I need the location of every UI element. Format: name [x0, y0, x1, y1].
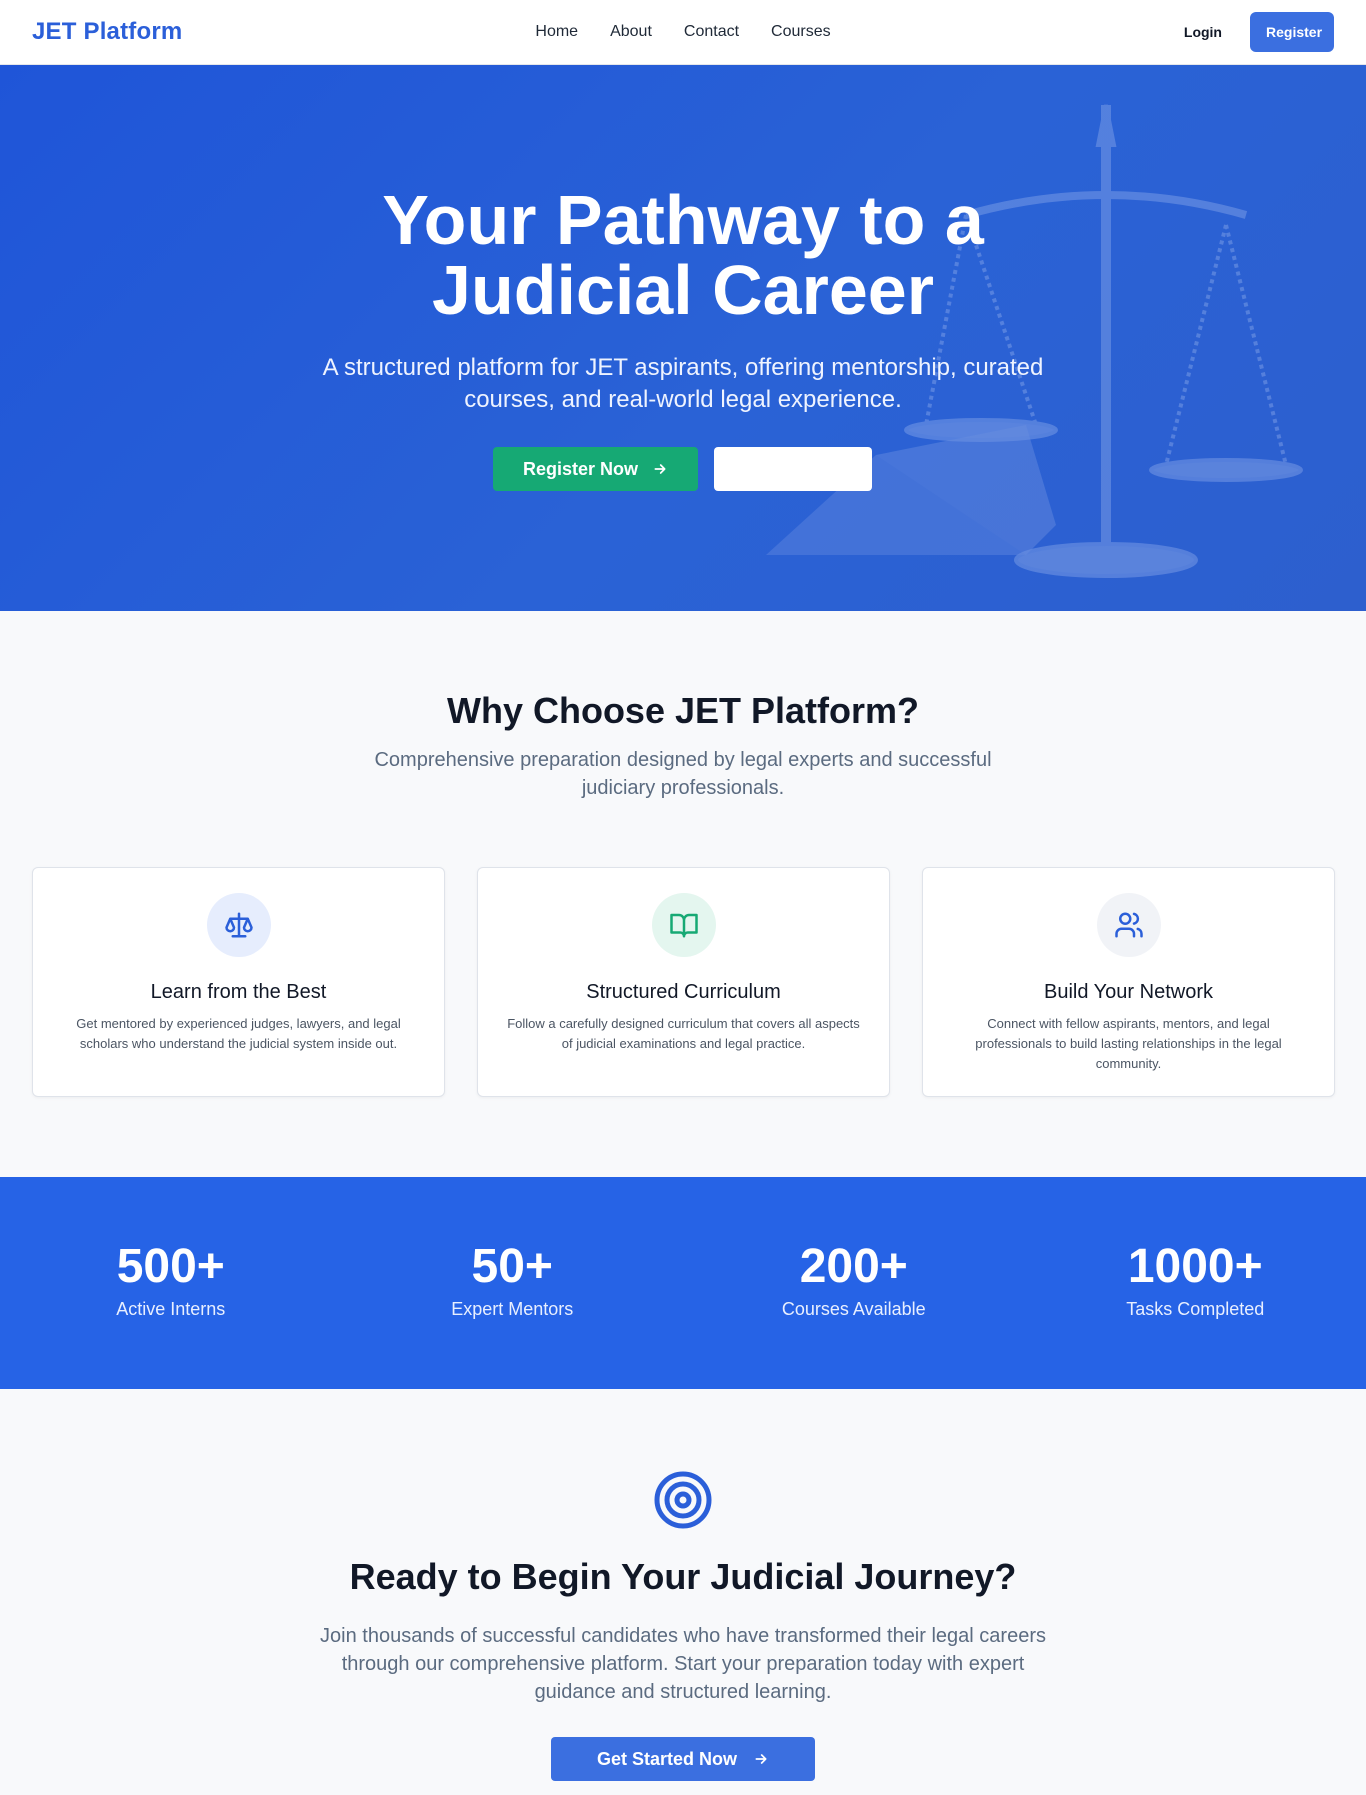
- why-subtitle: Comprehensive preparation designed by le…: [374, 749, 992, 799]
- stat-courses-available: 200+ Courses Available: [683, 1177, 1025, 1389]
- cta-title: Ready to Begin Your Judicial Journey?: [349, 1556, 1017, 1597]
- book-open-icon: [669, 913, 698, 938]
- stat-expert-mentors: 50+ Expert Mentors: [342, 1177, 684, 1389]
- login-button[interactable]: Login: [1184, 24, 1222, 40]
- stat-label: Active Interns: [116, 1299, 226, 1319]
- nav-links: Home About Contact Courses: [535, 23, 830, 41]
- feature-cards: Learn from the Best Get mentored by expe…: [32, 867, 1335, 1097]
- stats-section: 500+ Active Interns 50+ Expert Mentors 2…: [0, 1177, 1366, 1389]
- card-title: Structured Curriculum: [586, 981, 781, 1003]
- register-button[interactable]: Register: [1250, 12, 1334, 52]
- cta-text: Join thousands of successful candidates …: [320, 1625, 1046, 1703]
- feature-card-learn: Learn from the Best Get mentored by expe…: [32, 867, 445, 1097]
- scales-of-justice-illustration: [766, 104, 1303, 578]
- stat-value: 50+: [471, 1240, 553, 1293]
- stat-label: Expert Mentors: [451, 1299, 574, 1319]
- book-icon-wrap: [651, 893, 716, 957]
- scale-icon: [224, 912, 253, 938]
- why-title: Why Choose JET Platform?: [446, 690, 920, 731]
- stat-value: 1000+: [1127, 1240, 1263, 1293]
- card-text: Get mentored by experienced judges, lawy…: [76, 1016, 401, 1051]
- feature-card-network: Build Your Network Connect with fellow a…: [922, 867, 1335, 1097]
- card-text: Connect with fellow aspirants, mentors, …: [975, 1016, 1282, 1071]
- get-started-label: Get Started Now: [596, 1748, 738, 1769]
- brand-logo[interactable]: JET Platform: [32, 18, 182, 46]
- hero-subtitle: A structured platform for JET aspirants,…: [322, 354, 1044, 413]
- target-icon: [654, 1471, 712, 1529]
- hero-section: Your Pathway to a Judicial Career A stru…: [0, 65, 1366, 611]
- stat-label: Tasks Completed: [1126, 1299, 1265, 1319]
- card-title: Build Your Network: [1044, 981, 1213, 1003]
- register-now-label: Register Now: [522, 458, 639, 479]
- arrow-right-icon: [755, 1754, 767, 1764]
- feature-card-curriculum: Structured Curriculum Follow a carefully…: [477, 867, 890, 1097]
- nav-link-contact[interactable]: Contact: [684, 23, 739, 41]
- get-started-button[interactable]: Get Started Now: [551, 1737, 815, 1781]
- stat-tasks-completed: 1000+ Tasks Completed: [1025, 1177, 1366, 1389]
- scale-icon-wrap: [206, 893, 271, 957]
- navbar: JET Platform Home About Contact Courses …: [0, 0, 1366, 65]
- hero-buttons: Register Now Learn More: [493, 447, 872, 491]
- register-now-button[interactable]: Register Now: [493, 447, 698, 491]
- stat-active-interns: 500+ Active Interns: [0, 1177, 342, 1389]
- nav-link-courses[interactable]: Courses: [771, 23, 831, 41]
- nav-link-about[interactable]: About: [610, 23, 652, 41]
- card-text: Follow a carefully designed curriculum t…: [507, 1016, 860, 1051]
- nav-link-home[interactable]: Home: [535, 23, 578, 41]
- stat-value: 200+: [799, 1240, 908, 1293]
- nav-actions: Login Register: [1184, 12, 1334, 52]
- learn-more-button[interactable]: Learn More: [714, 447, 872, 491]
- arrow-right-icon: [654, 464, 666, 474]
- card-title: Learn from the Best: [150, 981, 327, 1003]
- stat-value: 500+: [116, 1240, 225, 1293]
- users-icon-wrap: [1096, 893, 1161, 957]
- users-icon: [1114, 912, 1143, 938]
- hero-title: Your Pathway to a Judicial Career: [382, 181, 984, 329]
- stat-label: Courses Available: [781, 1299, 926, 1319]
